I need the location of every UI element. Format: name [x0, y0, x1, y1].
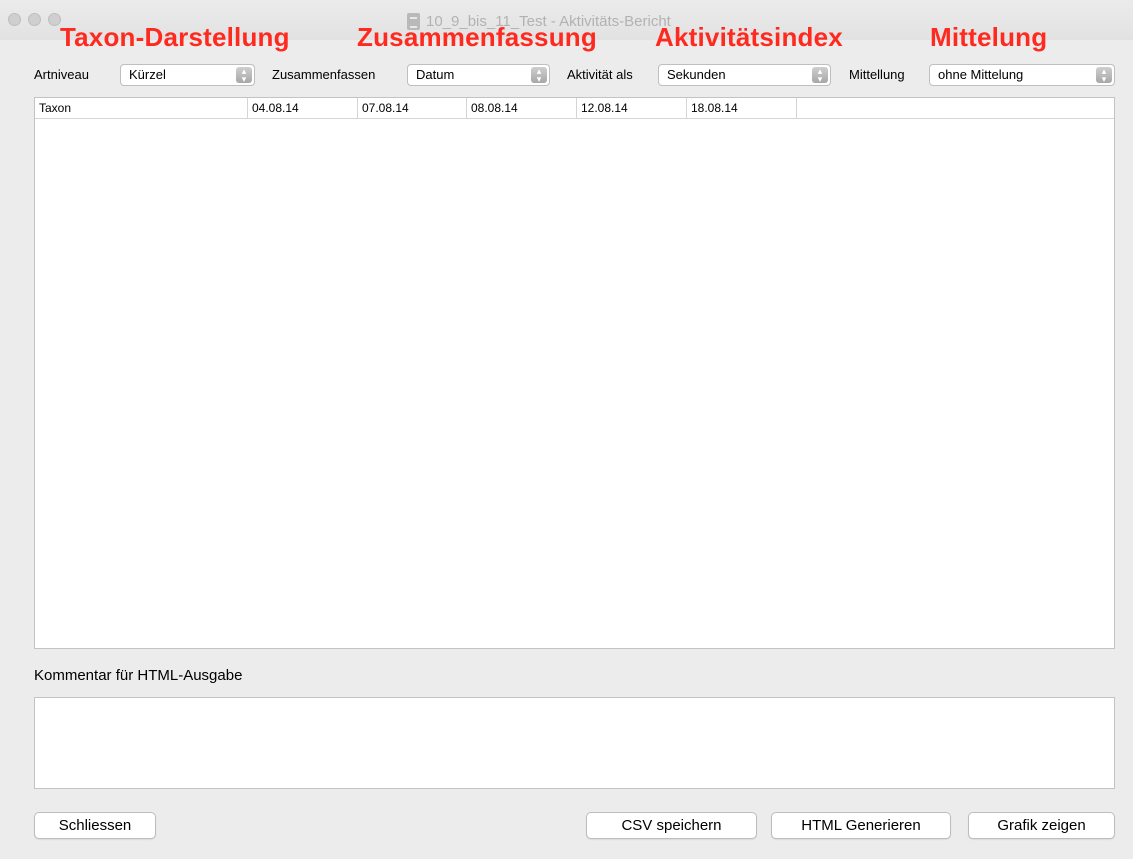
close-button[interactable]: Schliessen [34, 812, 156, 839]
chevron-updown-icon: ▴ ▾ [812, 67, 828, 84]
column-header-date[interactable]: 18.08.14 [687, 98, 797, 118]
column-header-date[interactable]: 12.08.14 [577, 98, 687, 118]
mittelung-value: ohne Mittelung [938, 67, 1024, 82]
minimize-window-icon[interactable] [28, 13, 41, 26]
chevron-updown-icon: ▴ ▾ [236, 67, 252, 84]
zusammenfassen-select[interactable]: Datum ▴ ▾ [407, 64, 550, 86]
artniveau-value: Kürzel [129, 67, 166, 82]
artniveau-select[interactable]: Kürzel ▴ ▾ [120, 64, 255, 86]
mittelung-select[interactable]: ohne Mittelung ▴ ▾ [929, 64, 1115, 86]
column-header-taxon[interactable]: Taxon [35, 98, 248, 118]
csv-save-button[interactable]: CSV speichern [586, 812, 757, 839]
show-graphic-button[interactable]: Grafik zeigen [968, 812, 1115, 839]
column-header-date[interactable]: 08.08.14 [467, 98, 577, 118]
table-header: Taxon 04.08.14 07.08.14 08.08.14 12.08.1… [35, 98, 1114, 119]
aktivitaet-value: Sekunden [667, 67, 726, 82]
zusammenfassen-value: Datum [416, 67, 455, 82]
chevron-updown-icon: ▴ ▾ [1096, 67, 1112, 84]
annotation-taxon-darstellung: Taxon-Darstellung [60, 22, 290, 52]
html-generate-button[interactable]: HTML Generieren [771, 812, 951, 839]
zusammenfassen-label: Zusammenfassen [272, 67, 376, 82]
annotation-zusammenfassung: Zusammenfassung [357, 22, 597, 52]
chevron-updown-icon: ▴ ▾ [531, 67, 547, 84]
annotation-aktivitaetsindex: Aktivitätsindex [655, 22, 843, 52]
comment-label: Kommentar für HTML-Ausgabe [34, 667, 243, 684]
column-header-date[interactable]: 07.08.14 [358, 98, 467, 118]
activity-table[interactable]: Taxon 04.08.14 07.08.14 08.08.14 12.08.1… [34, 97, 1115, 649]
annotation-mittelung: Mittelung [930, 22, 1048, 52]
aktivitaet-label: Aktivität als [567, 67, 633, 82]
comment-textarea[interactable] [34, 697, 1115, 789]
close-window-icon[interactable] [8, 13, 21, 26]
mittelung-label: Mittellung [849, 67, 905, 82]
aktivitaet-select[interactable]: Sekunden ▴ ▾ [658, 64, 831, 86]
artniveau-label: Artniveau [34, 67, 89, 82]
column-header-date[interactable]: 04.08.14 [248, 98, 358, 118]
